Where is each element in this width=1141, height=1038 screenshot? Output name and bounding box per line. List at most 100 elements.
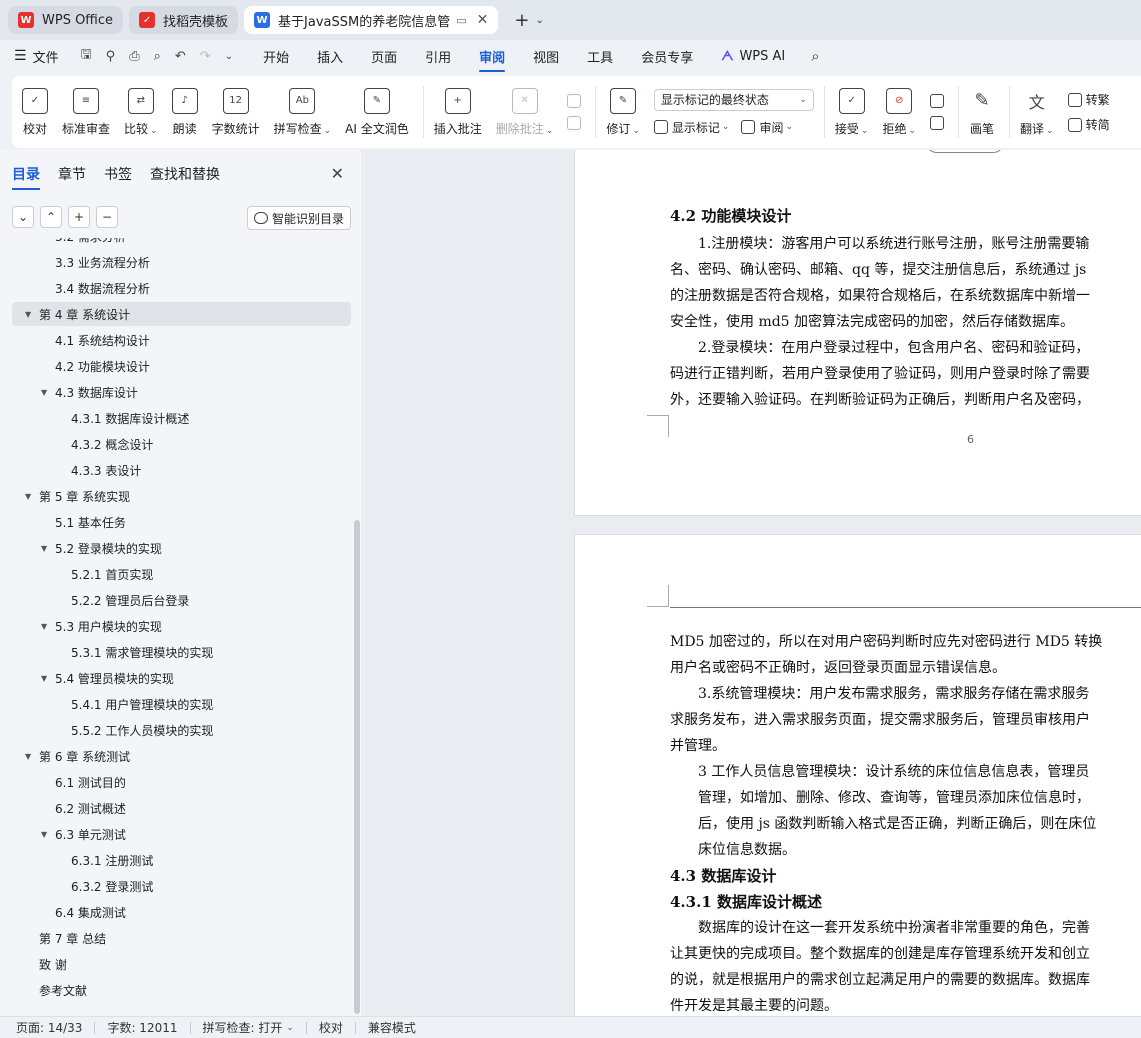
toc-item[interactable]: ▼ 第 6 章 系统测试 <box>12 744 351 768</box>
monitor-icon[interactable]: ▭ <box>456 14 466 27</box>
toc-item[interactable]: ▼ 第 5 章 系统实现 <box>12 484 351 508</box>
add-heading-button[interactable]: + <box>68 206 90 228</box>
menu-member[interactable]: 会员专享 <box>641 47 693 66</box>
toc-item[interactable]: 3.4 数据流程分析 <box>12 276 351 300</box>
menu-home[interactable]: 开始 <box>263 47 289 66</box>
tab-sections[interactable]: 章节 <box>58 164 86 184</box>
expand-arrow-icon[interactable]: ▼ <box>25 310 31 319</box>
tab-bookmarks[interactable]: 书签 <box>104 164 132 184</box>
read-aloud-button[interactable]: ♪ 朗读 <box>171 82 198 142</box>
document-page[interactable]: 4.2 功能模块设计 1.注册模块：游客用户可以系统进行账号注册，账号注册需要输… <box>574 150 1141 516</box>
delete-comment-button[interactable]: ✕ 删除批注 ⌄ <box>496 82 553 142</box>
close-icon[interactable]: ✕ <box>331 164 344 183</box>
toc-item[interactable]: 4.3.1 数据库设计概述 <box>12 406 351 430</box>
expand-arrow-icon[interactable]: ▼ <box>41 674 47 683</box>
redo-icon[interactable]: ↷ <box>200 49 211 64</box>
search-icon[interactable]: ⌕ <box>811 47 819 65</box>
wps-ai-button[interactable]: ᗅ WPS AI <box>721 49 785 64</box>
toc-item[interactable]: 3.2 需求分析 <box>12 238 351 248</box>
reject-button[interactable]: ⊘ 拒绝 ⌄ <box>882 82 916 142</box>
chevron-down-icon[interactable]: ⌄ <box>225 51 233 62</box>
ai-polish-button[interactable]: ✎ AI 全文润色 <box>345 82 409 142</box>
new-tab-icon[interactable]: + <box>514 10 529 31</box>
toc-item[interactable]: 5.2.1 首页实现 <box>12 562 351 586</box>
pen-button[interactable]: ✎ 画笔 <box>969 82 995 142</box>
expand-arrow-icon[interactable]: ▼ <box>41 544 47 553</box>
toc-item[interactable]: ▼ 5.4 管理员模块的实现 <box>12 666 351 690</box>
save-icon[interactable]: 🖫 <box>81 45 92 67</box>
translate-button[interactable]: 文翻译 ⌄ <box>1020 82 1054 142</box>
word-count-indicator[interactable]: 字数: 12011 <box>107 1019 177 1036</box>
compare-button[interactable]: ⇄ 比较 ⌄ <box>124 82 158 142</box>
expand-down-button[interactable]: ⌄ <box>12 206 34 228</box>
menu-insert[interactable]: 插入 <box>317 47 343 66</box>
menu-page[interactable]: 页面 <box>371 47 397 66</box>
toc-item[interactable]: 4.2 功能模块设计 <box>12 354 351 378</box>
next-change-button[interactable] <box>930 116 948 130</box>
proof-indicator[interactable]: 校对 <box>319 1019 343 1036</box>
print-preview-icon[interactable]: ⌕ <box>154 49 161 64</box>
tab-toc[interactable]: 目录 <box>12 164 40 190</box>
toc-item[interactable]: ▼ 6.3 单元测试 <box>12 822 351 846</box>
toc-item[interactable]: 第 7 章 总结 <box>12 926 351 950</box>
insert-comment-button[interactable]: + 插入批注 <box>434 82 482 142</box>
to-traditional-button[interactable]: 转繁 <box>1067 91 1110 108</box>
toc-item[interactable]: 5.2.2 管理员后台登录 <box>12 588 351 612</box>
toc-item[interactable]: 6.2 测试概述 <box>12 796 351 820</box>
tab-document[interactable]: W 基于JavaSSM的养老院信息管 ▭ ✕ <box>244 6 499 34</box>
word-count-button[interactable]: 12 字数统计 <box>212 82 260 142</box>
close-tab-icon[interactable]: ✕ <box>477 12 489 28</box>
toc-item[interactable]: 6.3.2 登录测试 <box>12 874 351 898</box>
to-simplified-button[interactable]: 转简 <box>1067 116 1110 133</box>
accept-button[interactable]: ✓ 接受 ⌄ <box>835 82 868 142</box>
toc-item[interactable]: ▼ 4.3 数据库设计 <box>12 380 351 404</box>
toc-item[interactable]: ▼ 5.2 登录模块的实现 <box>12 536 351 560</box>
document-page[interactable]: MD5 加密过的，所以在对用户密码判断时应先对密码进行 MD5 转换 用户名或密… <box>574 534 1141 1016</box>
expand-arrow-icon[interactable]: ▼ <box>41 622 47 631</box>
toc-item[interactable]: 5.4.1 用户管理模块的实现 <box>12 692 351 716</box>
toc-item[interactable]: 6.4 集成测试 <box>12 900 351 924</box>
toc-scrollbar[interactable] <box>354 520 360 1014</box>
print-icon[interactable]: ⎙ <box>129 49 139 64</box>
toc-item[interactable]: 6.1 测试目的 <box>12 770 351 794</box>
toc-item[interactable]: 3.3 业务流程分析 <box>12 250 351 274</box>
chevron-down-icon[interactable]: ⌄ <box>535 15 543 26</box>
toc-item[interactable]: ▼ 第 4 章 系统设计 <box>12 302 351 326</box>
smart-toc-button[interactable]: 智能识别目录 <box>247 206 351 230</box>
toc-item[interactable]: 6.3.1 注册测试 <box>12 848 351 872</box>
prev-change-button[interactable] <box>930 94 948 108</box>
toc-item[interactable]: ▼ 5.3 用户模块的实现 <box>12 614 351 638</box>
toc-item[interactable]: 参考文献 <box>12 978 351 1002</box>
expand-arrow-icon[interactable]: ▼ <box>25 492 31 501</box>
tab-find-replace[interactable]: 查找和替换 <box>150 164 220 184</box>
prev-comment-button[interactable] <box>567 94 585 108</box>
expand-arrow-icon[interactable]: ▼ <box>25 752 31 761</box>
show-markup-button[interactable]: 显示标记 <box>672 119 720 136</box>
toc-item[interactable]: 4.3.2 概念设计 <box>12 432 351 456</box>
standard-review-button[interactable]: ≡ 标准审查 <box>62 82 110 142</box>
menu-review[interactable]: 审阅 <box>479 47 506 72</box>
markup-mode-select[interactable]: 显示标记的最终状态 ⌄ <box>653 88 814 111</box>
remove-heading-button[interactable]: − <box>96 206 118 228</box>
file-menu[interactable]: ☰ 文件 <box>14 47 59 66</box>
proofread-button[interactable]: ✓ 校对 <box>22 82 48 142</box>
toc-item[interactable]: 5.1 基本任务 <box>12 510 351 534</box>
track-changes-button[interactable]: ✎ 修订 ⌄ <box>606 82 640 142</box>
menu-view[interactable]: 视图 <box>533 47 559 66</box>
spell-check-button[interactable]: Ab 拼写检查 ⌄ <box>274 82 331 142</box>
toc-item[interactable]: 4.1 系统结构设计 <box>12 328 351 352</box>
toc-item[interactable]: 致 谢 <box>12 952 351 976</box>
expand-arrow-icon[interactable]: ▼ <box>41 388 47 397</box>
link-icon[interactable]: ⚲ <box>106 49 116 64</box>
tab-wps-office[interactable]: W WPS Office <box>8 6 124 34</box>
spell-check-indicator[interactable]: 拼写检查: 打开 ⌄ <box>203 1019 294 1036</box>
menu-tools[interactable]: 工具 <box>587 47 613 66</box>
collapse-up-button[interactable]: ⌃ <box>40 206 62 228</box>
undo-icon[interactable]: ↶ <box>175 49 186 64</box>
expand-arrow-icon[interactable]: ▼ <box>41 830 47 839</box>
toc-item[interactable]: 4.3.3 表设计 <box>12 458 351 482</box>
next-comment-button[interactable] <box>567 116 585 130</box>
toc-item[interactable]: 5.3.1 需求管理模块的实现 <box>12 640 351 664</box>
toc-item[interactable]: 5.5.2 工作人员模块的实现 <box>12 718 351 742</box>
review-pane-button[interactable]: 审阅 <box>759 119 783 136</box>
